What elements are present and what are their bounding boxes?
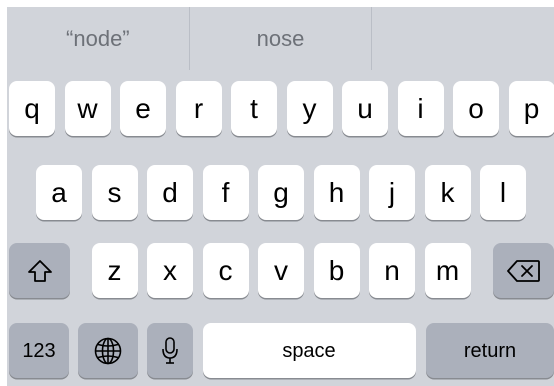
suggestion-2[interactable]: nose — [190, 7, 372, 70]
suggestion-bar: “node” nose — [7, 7, 554, 70]
key-o[interactable]: o — [453, 81, 499, 136]
shift-key[interactable] — [9, 243, 70, 298]
delete-key[interactable] — [493, 243, 554, 298]
key-r[interactable]: r — [175, 81, 222, 136]
globe-icon — [93, 336, 123, 366]
suggestion-3[interactable] — [372, 7, 554, 70]
keyboard: “node” nose q w e r t y u i o p a s d f … — [7, 7, 554, 386]
key-l[interactable]: l — [480, 165, 526, 220]
key-g[interactable]: g — [258, 165, 304, 220]
key-d[interactable]: d — [147, 165, 193, 220]
key-k[interactable]: k — [424, 165, 471, 220]
space-key[interactable]: space — [202, 323, 416, 378]
microphone-key[interactable] — [147, 323, 193, 378]
numbers-key[interactable]: 123 — [9, 323, 69, 378]
key-m[interactable]: m — [424, 243, 471, 298]
key-h[interactable]: h — [313, 165, 360, 220]
key-f[interactable]: f — [202, 165, 249, 220]
suggestion-1[interactable]: “node” — [7, 7, 189, 70]
key-p[interactable]: p — [508, 81, 554, 136]
delete-backspace-icon — [506, 259, 541, 283]
key-a[interactable]: a — [36, 165, 82, 220]
shift-arrow-icon — [27, 259, 53, 283]
key-c[interactable]: c — [202, 243, 249, 298]
key-y[interactable]: y — [286, 81, 333, 136]
key-b[interactable]: b — [313, 243, 360, 298]
key-t[interactable]: t — [231, 81, 277, 136]
key-u[interactable]: u — [342, 81, 388, 136]
key-n[interactable]: n — [369, 243, 415, 298]
key-e[interactable]: e — [120, 81, 166, 136]
key-s[interactable]: s — [91, 165, 138, 220]
key-q[interactable]: q — [9, 81, 55, 136]
key-x[interactable]: x — [147, 243, 193, 298]
key-v[interactable]: v — [258, 243, 304, 298]
microphone-icon — [160, 336, 180, 366]
key-z[interactable]: z — [91, 243, 138, 298]
globe-key[interactable] — [78, 323, 138, 378]
key-i[interactable]: i — [397, 81, 444, 136]
key-j[interactable]: j — [369, 165, 415, 220]
key-w[interactable]: w — [64, 81, 111, 136]
return-key[interactable]: return — [426, 323, 554, 378]
